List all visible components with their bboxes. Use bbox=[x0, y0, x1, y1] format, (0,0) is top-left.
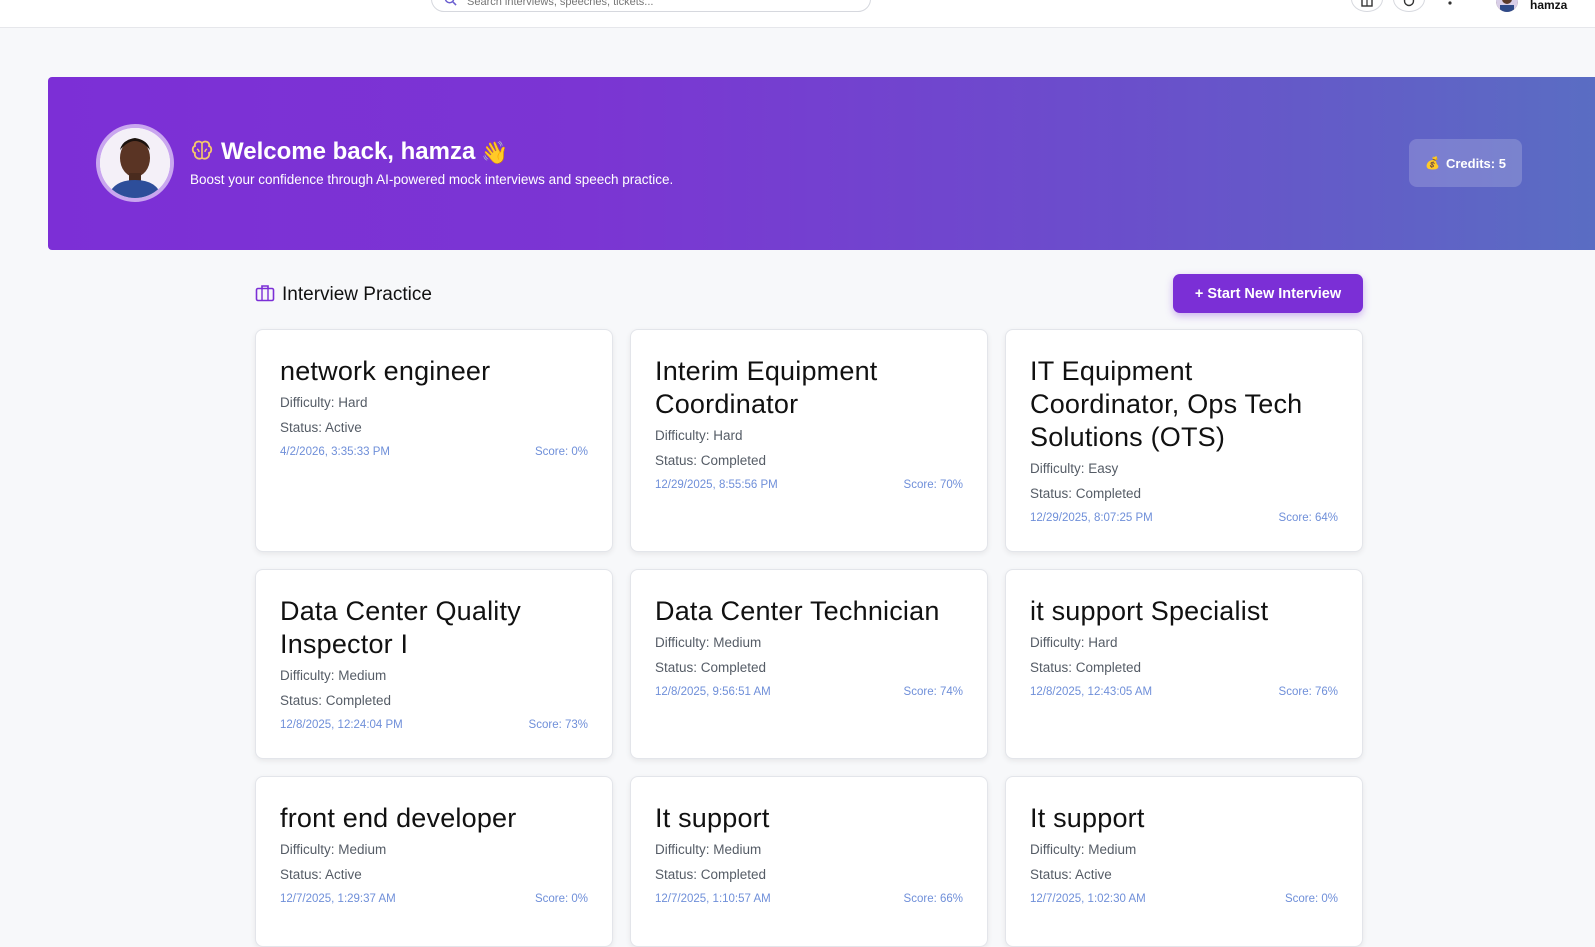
card-title: IT Equipment Coordinator, Ops Tech Solut… bbox=[1030, 356, 1303, 452]
banner-tagline: Boost your confidence through AI-powered… bbox=[190, 172, 674, 187]
credits-value: 5 bbox=[1498, 155, 1506, 171]
card-status: Status: Active bbox=[280, 867, 362, 882]
card-status: Status: Completed bbox=[1030, 660, 1142, 675]
card-score: Score: 73% bbox=[528, 719, 588, 731]
help-button[interactable] bbox=[1393, 0, 1425, 12]
credits-badge[interactable]: 💰 Credits: 5 bbox=[1409, 139, 1522, 187]
search-input[interactable] bbox=[467, 0, 847, 8]
card-difficulty: Difficulty: Medium bbox=[655, 842, 762, 857]
section-title: Interview Practice bbox=[282, 284, 432, 305]
card-status: Status: Completed bbox=[1030, 486, 1142, 501]
card-date: 12/8/2025, 12:24:04 PM bbox=[280, 719, 403, 731]
grid-icon bbox=[1361, 0, 1373, 7]
user-avatar-small[interactable] bbox=[1496, 0, 1518, 12]
interview-card[interactable]: Interim Equipment Coordinator Difficulty… bbox=[630, 329, 988, 552]
card-status: Status: Completed bbox=[655, 660, 767, 675]
card-date: 12/29/2025, 8:55:56 PM bbox=[655, 479, 778, 491]
top-bar: hamza bbox=[0, 0, 1595, 28]
start-new-interview-button[interactable]: + Start New Interview bbox=[1173, 274, 1363, 313]
card-title: It support bbox=[655, 803, 770, 833]
card-score: Score: 66% bbox=[903, 893, 963, 905]
card-difficulty: Difficulty: Medium bbox=[1030, 842, 1137, 857]
card-difficulty: Difficulty: Hard bbox=[655, 428, 743, 443]
card-score: Score: 0% bbox=[534, 446, 588, 458]
card-title: it support Specialist bbox=[1030, 596, 1269, 626]
card-date: 4/2/2026, 3:35:33 PM bbox=[280, 446, 390, 458]
card-status: Status: Completed bbox=[655, 867, 767, 882]
card-score: Score: 0% bbox=[1284, 893, 1338, 905]
brain-icon bbox=[191, 140, 213, 160]
bell-icon[interactable] bbox=[1441, 0, 1459, 8]
card-score: Score: 74% bbox=[903, 686, 963, 698]
interview-card[interactable]: front end developer Difficulty: Medium S… bbox=[255, 776, 613, 947]
card-difficulty: Difficulty: Hard bbox=[280, 395, 368, 410]
interview-card[interactable]: network engineer Difficulty: Hard Status… bbox=[255, 329, 613, 552]
card-score: Score: 64% bbox=[1278, 512, 1338, 524]
search-box[interactable] bbox=[431, 0, 871, 12]
interview-card[interactable]: IT Equipment Coordinator, Ops Tech Solut… bbox=[1005, 329, 1363, 552]
card-date: 12/8/2025, 12:43:05 AM bbox=[1030, 686, 1153, 698]
card-difficulty: Difficulty: Medium bbox=[280, 842, 387, 857]
credits-label: Credits: bbox=[1445, 155, 1496, 171]
card-difficulty: Difficulty: Medium bbox=[280, 668, 387, 683]
search-icon bbox=[445, 0, 457, 6]
card-date: 12/8/2025, 9:56:51 AM bbox=[655, 686, 771, 698]
card-score: Score: 76% bbox=[1278, 686, 1338, 698]
card-score: Score: 0% bbox=[534, 893, 588, 905]
card-title: front end developer bbox=[280, 803, 517, 833]
grid-button[interactable] bbox=[1351, 0, 1383, 12]
card-status: Status: Active bbox=[280, 420, 362, 435]
card-score: Score: 70% bbox=[903, 479, 963, 491]
briefcase-icon bbox=[255, 285, 275, 302]
card-difficulty: Difficulty: Easy bbox=[1030, 461, 1119, 476]
card-date: 12/7/2025, 1:10:57 AM bbox=[655, 893, 771, 905]
interview-card[interactable]: Data Center Technician Difficulty: Mediu… bbox=[630, 569, 988, 759]
card-date: 12/7/2025, 1:29:37 AM bbox=[280, 893, 396, 905]
card-date: 12/29/2025, 8:07:25 PM bbox=[1030, 512, 1153, 524]
interview-card[interactable]: It support Difficulty: Medium Status: Ac… bbox=[1005, 776, 1363, 947]
interview-card[interactable]: Data Center Quality Inspector I Difficul… bbox=[255, 569, 613, 759]
card-status: Status: Active bbox=[1030, 867, 1112, 882]
card-difficulty: Difficulty: Hard bbox=[1030, 635, 1118, 650]
card-title: Data Center Technician bbox=[655, 596, 940, 626]
card-status: Status: Completed bbox=[655, 453, 767, 468]
interview-card[interactable]: It support Difficulty: Medium Status: Co… bbox=[630, 776, 988, 947]
wave-emoji: 👋 bbox=[481, 140, 509, 165]
card-date: 12/7/2025, 1:02:30 AM bbox=[1030, 893, 1146, 905]
card-difficulty: Difficulty: Medium bbox=[655, 635, 762, 650]
card-status: Status: Completed bbox=[280, 693, 392, 708]
welcome-heading: Welcome back, hamza bbox=[221, 138, 476, 165]
card-title: Data Center Quality Inspector I bbox=[280, 596, 521, 659]
card-title: Interim Equipment Coordinator bbox=[655, 356, 878, 419]
money-bag-icon: 💰 bbox=[1425, 156, 1440, 170]
user-name[interactable]: hamza bbox=[1530, 0, 1567, 12]
card-title: network engineer bbox=[280, 356, 491, 386]
profile-avatar bbox=[96, 124, 174, 202]
card-title: It support bbox=[1030, 803, 1145, 833]
help-icon bbox=[1403, 0, 1415, 7]
interview-card[interactable]: it support Specialist Difficulty: Hard S… bbox=[1005, 569, 1363, 759]
